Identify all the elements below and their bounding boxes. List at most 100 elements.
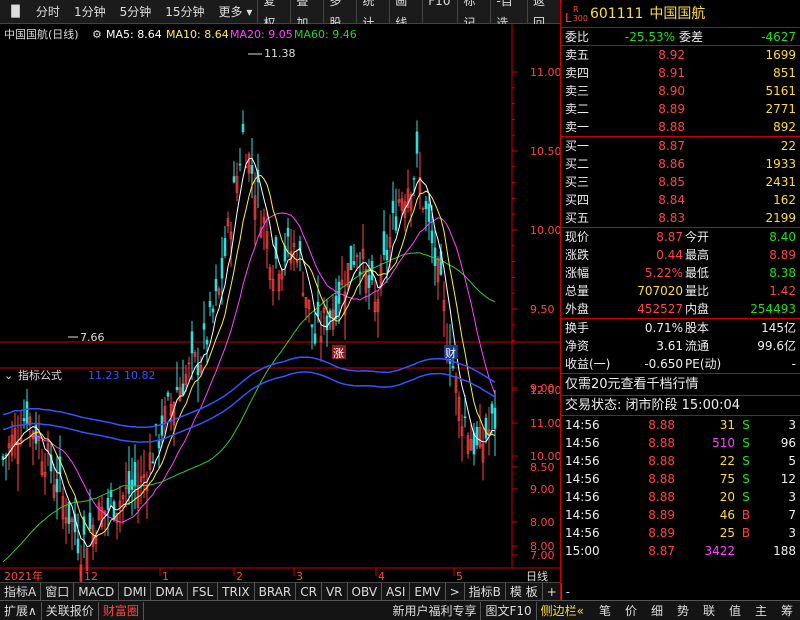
stock-code: 601111 <box>589 5 644 22</box>
candle-body <box>175 386 179 391</box>
tab-vr[interactable]: VR <box>322 582 348 601</box>
indicator-title[interactable]: 指标公式 <box>18 368 62 382</box>
period-label[interactable]: 日线 <box>526 569 548 583</box>
candle-body <box>352 261 356 265</box>
quote-row: 净资 3.61 流通 99.6亿 <box>565 339 796 353</box>
candle-body <box>475 426 479 446</box>
tab-1min[interactable]: 1分钟 <box>69 1 111 23</box>
related-quote-button[interactable]: 关联报价 <box>42 601 99 620</box>
f10-graphic-button[interactable]: 图文F10 <box>481 601 537 620</box>
promo-banner[interactable]: 仅需20元查看千档行情 <box>561 374 800 396</box>
candle-body <box>160 415 164 436</box>
stock-header: R L 300 601111 中国国航 <box>561 0 800 28</box>
settings-icon[interactable]: ⚙ <box>92 28 102 41</box>
tab-fsl[interactable]: FSL <box>188 582 219 601</box>
tab-5min[interactable]: 5分钟 <box>115 1 157 23</box>
indicator-tick: 7.00 <box>530 549 555 562</box>
candle-body <box>220 257 224 279</box>
tab-template[interactable]: 模 板 <box>506 582 543 601</box>
candle-body <box>424 201 428 210</box>
tab-more[interactable]: 更多 ▾ <box>214 1 258 23</box>
candle-body <box>88 512 92 530</box>
tab-obv[interactable]: OBV <box>348 582 383 601</box>
candle-body <box>391 200 395 214</box>
indicator-dropdown-icon[interactable]: ⌄ <box>4 369 13 382</box>
candle-body <box>106 497 110 510</box>
indicator-tick: 12.00 <box>530 384 560 397</box>
low-price-label: 7.66 <box>80 331 105 344</box>
finance-marker[interactable]: 财 <box>445 346 456 360</box>
bid-row: 买二 8.86 1933 <box>565 157 796 171</box>
tab-next[interactable]: > <box>446 582 465 601</box>
tab-indicator-b[interactable]: 指标B <box>465 582 506 601</box>
candle-body <box>214 279 218 292</box>
ask-row: 卖三 8.90 5161 <box>565 84 796 98</box>
tab-trix[interactable]: TRIX <box>218 582 255 601</box>
trade-row: 14:56 8.89 46 B 7 <box>565 508 796 522</box>
quote-row: 收益(一) -0.650 PE(动) - <box>565 357 796 371</box>
ask-row: 卖五 8.92 1699 <box>565 48 796 62</box>
trade-row: 14:56 8.88 22 S 5 <box>565 454 796 468</box>
tab-price[interactable]: 价 <box>618 602 644 619</box>
wealth-circle-button[interactable]: 财富圈 <box>99 601 144 620</box>
candle-body <box>451 366 455 369</box>
tab-dma[interactable]: DMA <box>151 582 189 601</box>
tab-detail[interactable]: 细 <box>644 602 670 619</box>
tab-link[interactable]: 联 <box>696 602 722 619</box>
tab-trend[interactable]: 势 <box>670 602 696 619</box>
candle-body <box>316 301 320 317</box>
indicator-value-2: 10.82 <box>124 369 156 382</box>
indicator-tick: 11.00 <box>530 417 560 430</box>
tab-main[interactable]: 主 <box>748 602 774 619</box>
tab-indicator-a[interactable]: 指标A <box>0 582 42 601</box>
candle-body <box>211 308 215 313</box>
candle-body <box>238 163 242 166</box>
price-tick: 9.50 <box>530 303 555 316</box>
candle-body <box>286 227 290 237</box>
candle-body <box>493 407 497 429</box>
candle-body <box>484 417 488 439</box>
tab-window[interactable]: 窗口 <box>41 582 75 601</box>
kline-chart[interactable]: 11.0010.5010.009.509.008.508.007.5012.00… <box>0 24 560 592</box>
trade-row: 14:56 8.88 20 S 3 <box>565 490 796 504</box>
candle-body <box>334 295 338 320</box>
tab-value[interactable]: 值 <box>722 602 748 619</box>
limit-up-marker[interactable]: 涨 <box>333 347 344 360</box>
candle-body <box>127 471 131 494</box>
bid-row: 买五 8.83 2199 <box>565 211 796 225</box>
bid-row: 买一 8.87 22 <box>565 139 796 153</box>
zoom-in-button[interactable]: + <box>543 582 562 601</box>
sidebar-toggle-button[interactable]: 侧边栏« <box>537 602 588 620</box>
quote-row: 涨跌 0.44 最高 8.89 <box>565 248 796 262</box>
tab-dmi[interactable]: DMI <box>119 582 152 601</box>
market-badge: R L 300 <box>565 4 588 25</box>
indicator-tick: 9.00 <box>530 483 555 496</box>
tab-macd[interactable]: MACD <box>74 582 120 601</box>
chevron-down-icon: ▾ <box>242 4 253 19</box>
quote-panel: R L 300 601111 中国国航 委比 -25.53% 委差 -4627 卖… <box>560 0 800 600</box>
bid-row: 买三 8.85 2431 <box>565 175 796 189</box>
new-user-promo-link[interactable]: 新用户福利专享 <box>388 601 482 620</box>
tab-chips[interactable]: 筹 <box>774 602 800 619</box>
indicator-tabs: 指标A 窗口 MACD DMI DMA FSL TRIX BRAR CR VR … <box>0 582 570 601</box>
trade-row: 15:00 8.87 3422 188 <box>565 544 796 558</box>
candle-body <box>157 440 161 449</box>
tab-timeshare[interactable]: 分时 <box>31 1 65 23</box>
tab-tick[interactable]: 笔 <box>592 602 618 619</box>
candle-body <box>196 363 200 376</box>
quote-stats: 现价 8.87 今开 8.40 涨跌 0.44 最高 8.89 涨幅 5.22% 最低 8.38 总量 7… <box>561 228 800 319</box>
candle-body <box>427 203 431 222</box>
candle-body <box>349 245 353 271</box>
candle-body <box>394 216 398 231</box>
tab-cr[interactable]: CR <box>296 582 322 601</box>
candle-body <box>223 238 227 256</box>
ma20-label: MA20: 9.05 <box>230 28 293 41</box>
tab-15min[interactable]: 15分钟 <box>160 1 209 23</box>
tab-asi[interactable]: ASI <box>382 582 411 601</box>
minimize-icon[interactable]: ▐▌ <box>4 5 27 18</box>
tab-emv[interactable]: EMV <box>410 582 446 601</box>
ask-row: 卖一 8.88 892 <box>565 120 796 134</box>
tab-brar[interactable]: BRAR <box>255 582 297 601</box>
expand-button[interactable]: 扩展∧ <box>0 601 42 620</box>
indicator-tick: 10.00 <box>530 450 560 463</box>
